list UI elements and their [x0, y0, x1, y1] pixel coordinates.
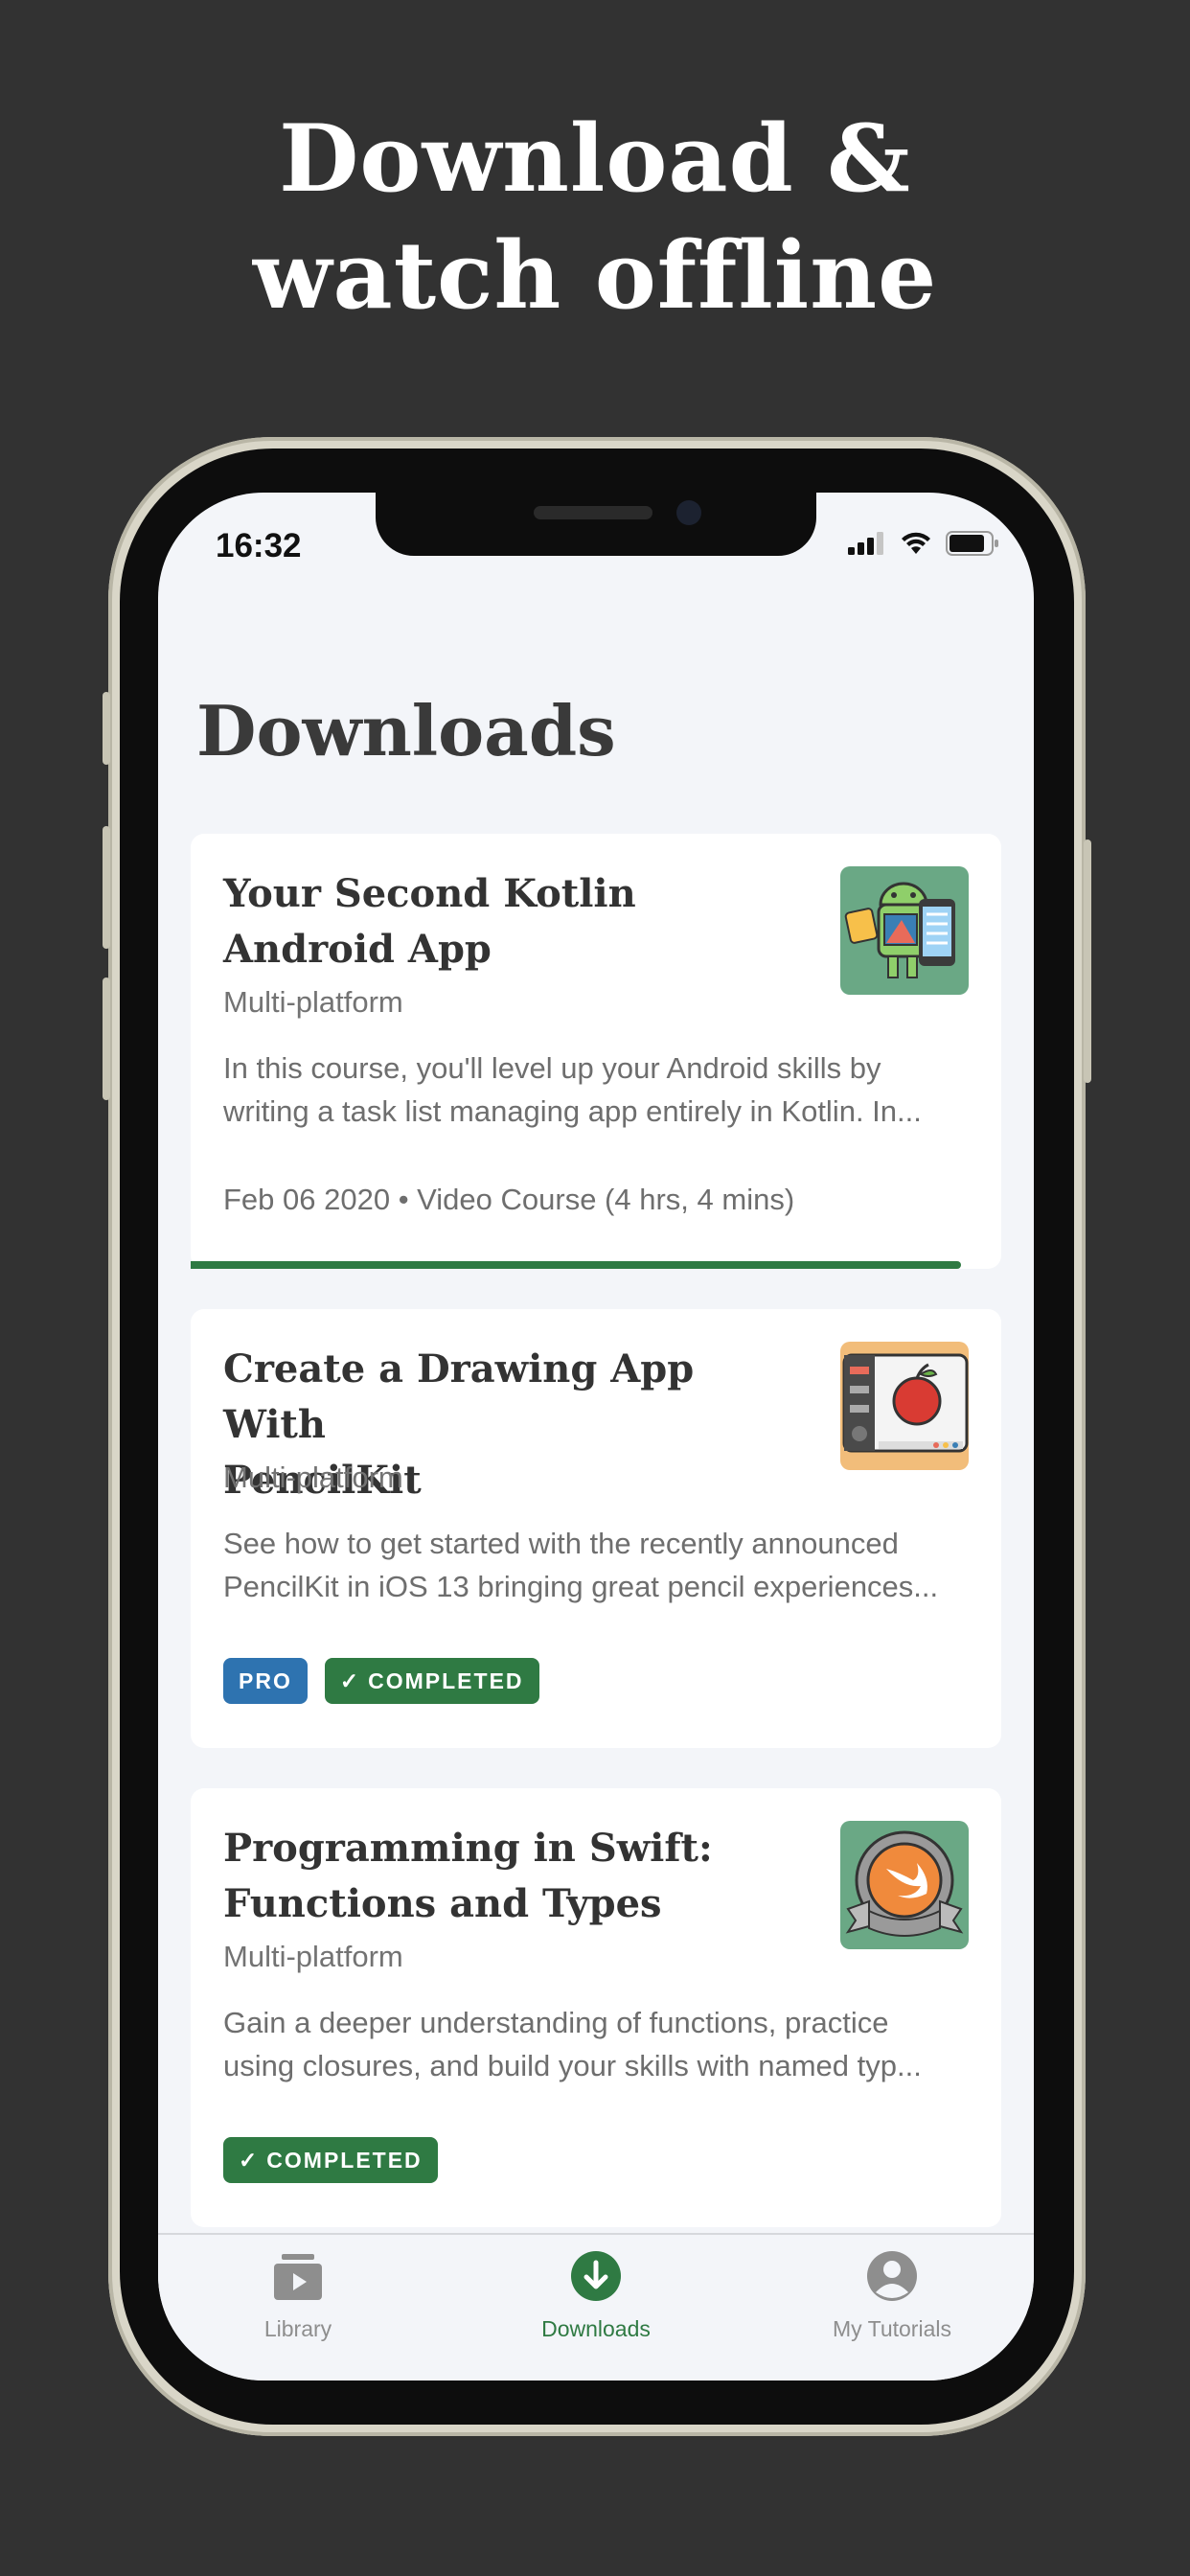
promo-headline: Download & watch offline — [0, 101, 1190, 334]
tab-library[interactable]: Library — [173, 2250, 423, 2342]
status-icons — [848, 531, 999, 556]
description-line: PencilKit in iOS 13 bringing great penci… — [223, 1570, 939, 1603]
silent-switch — [103, 692, 110, 765]
course-description: Gain a deeper understanding of functions… — [223, 2001, 980, 2087]
course-title-line: Create a Drawing App With — [223, 1346, 695, 1447]
course-title: Your Second Kotlin Android App — [223, 866, 798, 978]
description-line: See how to get started with the recently… — [223, 1527, 899, 1560]
course-description: In this course, you'll level up your And… — [223, 1046, 980, 1133]
pro-badge-label: PRO — [239, 1668, 292, 1693]
swift-course-artwork-icon — [840, 1821, 969, 1949]
description-line: writing a task list managing app entirel… — [223, 1094, 922, 1128]
tab-my-tutorials-label: My Tutorials — [833, 2316, 951, 2341]
tab-bar: Library Downloads My Tutorials — [158, 2233, 1034, 2380]
notch — [376, 493, 816, 556]
library-icon — [274, 2254, 322, 2300]
volume-down-button — [103, 978, 110, 1100]
course-tags: PRO ✓ COMPLETED — [223, 1658, 539, 1704]
checkmark-icon: ✓ — [339, 1668, 361, 1693]
tab-downloads-label: Downloads — [541, 2316, 651, 2341]
course-progress-bar — [191, 1261, 961, 1269]
course-title: Programming in Swift: Functions and Type… — [223, 1821, 798, 1932]
tab-downloads[interactable]: Downloads — [471, 2250, 721, 2342]
pencilkit-course-artwork-icon — [840, 1342, 969, 1470]
status-time: 16:32 — [216, 527, 302, 564]
completed-badge-label: COMPLETED — [266, 2147, 423, 2173]
description-line: using closures, and build your skills wi… — [223, 2049, 922, 2082]
course-meta: Feb 06 2020 • Video Course (4 hrs, 4 min… — [223, 1183, 795, 1216]
promo-line-2: watch offline — [252, 221, 938, 330]
course-card[interactable]: Create a Drawing App With PencilKit Mult… — [191, 1309, 1001, 1748]
description-line: Gain a deeper understanding of functions… — [223, 2006, 889, 2039]
course-card[interactable]: Your Second Kotlin Android App Multi-pla… — [191, 834, 1001, 1269]
tab-library-label: Library — [263, 2316, 332, 2341]
pro-badge: PRO — [223, 1658, 308, 1704]
description-line: In this course, you'll level up your And… — [223, 1051, 881, 1085]
android-course-artwork-icon — [840, 866, 969, 995]
power-button — [1084, 840, 1091, 1083]
course-title-line: Android App — [223, 927, 492, 972]
download-icon — [571, 2251, 621, 2301]
profile-icon — [867, 2251, 917, 2301]
front-camera — [676, 500, 701, 525]
cellular-signal-icon — [848, 532, 883, 555]
wifi-icon — [902, 532, 930, 554]
page-title: Downloads — [196, 690, 616, 771]
completed-badge: ✓ COMPLETED — [223, 2137, 438, 2183]
completed-badge-label: COMPLETED — [368, 1668, 524, 1693]
checkmark-icon: ✓ — [239, 2147, 260, 2173]
course-platform: Multi-platform — [223, 1940, 403, 1973]
course-title-line: Programming in Swift: — [223, 1826, 713, 1871]
promo-line-1: Download & — [279, 104, 911, 213]
course-title-line: Your Second Kotlin — [223, 871, 636, 916]
battery-icon — [946, 531, 998, 556]
tab-my-tutorials[interactable]: My Tutorials — [767, 2250, 1017, 2342]
course-tags: ✓ COMPLETED — [223, 2137, 438, 2183]
course-card[interactable]: Programming in Swift: Functions and Type… — [191, 1788, 1001, 2227]
completed-badge: ✓ COMPLETED — [324, 1658, 539, 1704]
course-platform: Multi-platform — [223, 1460, 403, 1494]
course-platform: Multi-platform — [223, 985, 403, 1019]
course-title-line: Functions and Types — [223, 1881, 662, 1926]
speaker — [534, 506, 652, 519]
course-description: See how to get started with the recently… — [223, 1522, 980, 1608]
phone-screen: 16:32 Downloads Your Second Kotlin Andro… — [158, 493, 1034, 2380]
volume-up-button — [103, 826, 110, 949]
